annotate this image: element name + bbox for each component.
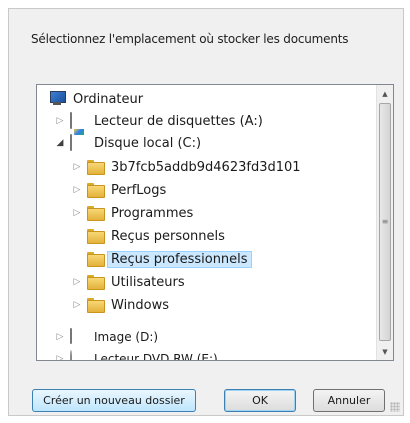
computer-icon [49, 91, 67, 107]
tree-item-label: Programmes [111, 205, 194, 221]
tree-item-folder[interactable]: ▷ Programmes [72, 202, 194, 224]
new-folder-button[interactable]: Créer un nouveau dossier [32, 389, 196, 412]
expand-arrow-icon[interactable]: ▷ [55, 116, 65, 126]
scroll-up-arrow-icon[interactable]: ▲ [377, 85, 393, 102]
expand-arrow-icon[interactable]: ▷ [72, 300, 82, 310]
tree-item-label: Reçus personnels [111, 228, 225, 244]
folder-picker-dialog: Sélectionnez l'emplacement où stocker le… [8, 8, 404, 416]
scrollbar-thumb[interactable]: ≡ [379, 103, 391, 341]
tree-item-folder[interactable]: ▷ Windows [72, 294, 170, 316]
expand-arrow-icon[interactable]: ▷ [72, 277, 82, 287]
collapse-arrow-icon[interactable]: ◢ [55, 138, 65, 148]
expand-arrow-icon[interactable]: ▷ [55, 332, 65, 342]
vertical-scrollbar[interactable]: ▲ ≡ ▼ [376, 85, 393, 360]
folder-icon [87, 228, 105, 244]
dialog-prompt: Sélectionnez l'emplacement où stocker le… [31, 32, 349, 46]
folder-icon [87, 251, 105, 267]
tree-item-folder[interactable]: ▷ PerfLogs [72, 179, 167, 201]
tree-item-label: Lecteur DVD RW (E:) [94, 352, 218, 361]
floppy-drive-icon [70, 112, 88, 129]
tree-item-label: Disque local (C:) [94, 135, 202, 151]
scroll-down-arrow-icon[interactable]: ▼ [377, 343, 393, 360]
ok-button[interactable]: OK [224, 389, 296, 412]
tree-item-label: Ordinateur [73, 91, 144, 107]
folder-icon [87, 274, 105, 290]
tree-item-label: 3b7fcb5addb9d4623fd3d101 [111, 159, 301, 175]
expand-arrow-icon[interactable]: ▷ [72, 162, 82, 172]
cancel-button[interactable]: Annuler [313, 389, 385, 412]
expand-arrow-icon[interactable]: ▷ [72, 185, 82, 195]
tree-item-floppy-drive[interactable]: ▷ Lecteur de disquettes (A:) [55, 110, 263, 132]
tree-item-folder[interactable]: ▷ 3b7fcb5addb9d4623fd3d101 [72, 156, 301, 178]
tree-item-label: Lecteur de disquettes (A:) [94, 113, 263, 129]
folder-icon [87, 205, 105, 221]
resize-grip-icon[interactable] [390, 402, 400, 412]
folder-tree: Ordinateur ▷ Lecteur de disquettes (A:) … [37, 85, 377, 360]
tree-item-folder-selected[interactable]: Reçus professionnels [87, 248, 252, 270]
expand-arrow-icon[interactable]: ▷ [55, 354, 65, 360]
dvd-drive-icon [70, 350, 88, 360]
tree-item-label: Windows [111, 297, 170, 313]
folder-icon [87, 159, 105, 175]
tree-item-disk-drive[interactable]: ▷ Image (D:) [55, 326, 158, 348]
folder-tree-view[interactable]: Ordinateur ▷ Lecteur de disquettes (A:) … [36, 84, 394, 361]
tree-item-folder[interactable]: ▷ Utilisateurs [72, 271, 185, 293]
tree-item-computer[interactable]: Ordinateur [49, 88, 143, 110]
tree-item-label: Reçus professionnels [107, 250, 252, 268]
tree-item-label: Image (D:) [94, 330, 159, 344]
tree-item-label: PerfLogs [111, 182, 167, 198]
grip-icon: ≡ [381, 217, 389, 226]
tree-item-local-disk[interactable]: ◢ Disque local (C:) [55, 132, 201, 154]
folder-icon [87, 297, 105, 313]
local-disk-icon [70, 134, 88, 151]
disk-drive-icon [70, 328, 88, 345]
folder-icon [87, 182, 105, 198]
expand-arrow-icon[interactable]: ▷ [72, 208, 82, 218]
tree-item-label: Utilisateurs [111, 274, 185, 290]
tree-item-dvd-drive[interactable]: ▷ Lecteur DVD RW (E:) [55, 348, 218, 361]
tree-item-folder[interactable]: Reçus personnels [87, 225, 225, 247]
